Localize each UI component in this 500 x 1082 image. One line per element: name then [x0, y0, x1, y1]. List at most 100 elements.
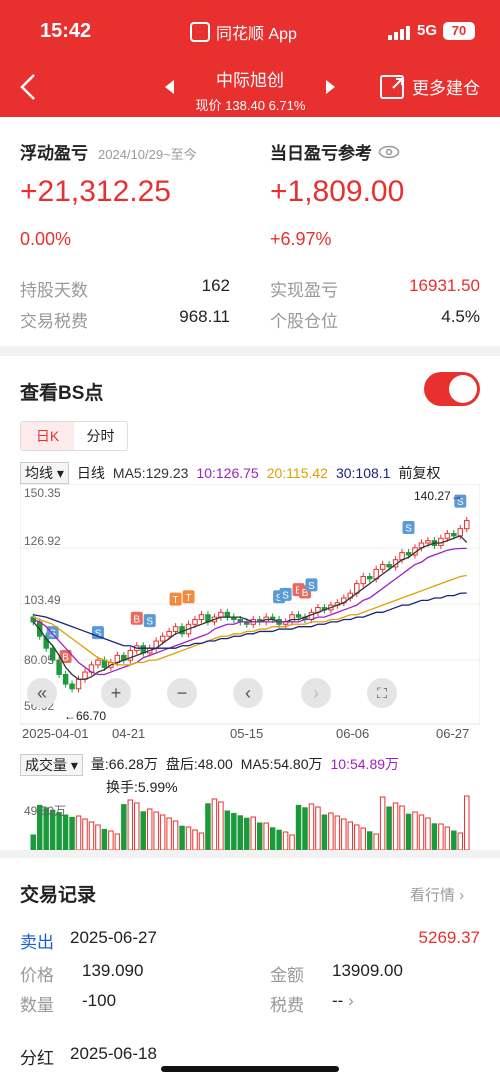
trade-qty-label: 数量 — [20, 996, 54, 1015]
volume-legend: 成交量 ▾ 量:66.28万 盘后:48.00 MA5:54.80万 10:54… — [20, 754, 480, 776]
volume-bar — [237, 815, 244, 850]
volume-bar — [431, 823, 438, 850]
fullscreen-icon[interactable]: ⛶ — [367, 678, 397, 708]
volume-bar — [75, 815, 82, 850]
svg-text:T: T — [185, 593, 191, 604]
bs-title: 查看BS点 — [20, 383, 104, 404]
ma-select[interactable]: 均线 ▾ — [20, 462, 69, 484]
trade-fee[interactable]: -- › — [332, 991, 354, 1011]
volume-bar — [366, 831, 373, 850]
tab-intraday[interactable]: 分时 — [74, 422, 127, 450]
volume-bar — [192, 829, 198, 850]
yaxis-tick-1: 150.35 — [24, 486, 61, 500]
candle — [289, 614, 295, 623]
tax-label: 交易税费 — [20, 312, 88, 331]
status-bar: 15:42 同花顺 App 5G 70 — [0, 0, 500, 60]
realized-value: 16931.50 — [409, 276, 480, 295]
volume-bar — [302, 807, 308, 850]
app-logo-icon — [190, 22, 210, 42]
bs-toggle[interactable] — [424, 372, 480, 406]
view-market-link[interactable]: 看行情 › — [410, 884, 464, 905]
bs-mark-sell: S — [305, 578, 318, 592]
app-name-label: 同花顺 App — [216, 26, 297, 43]
more-build-label: 更多建仓 — [412, 79, 480, 98]
today-pct: +6.97% — [270, 229, 332, 249]
network-label: 5G — [417, 22, 438, 39]
volume-bar — [412, 811, 418, 850]
header-bar: 15:42 同花顺 App 5G 70 中际旭创 现价 138.40 6.71%… — [0, 0, 500, 117]
adjust-label: 前复权 — [398, 465, 441, 481]
zoom-out-button[interactable]: − — [167, 678, 197, 708]
volume-bar — [172, 820, 179, 850]
volume-select[interactable]: 成交量 ▾ — [20, 754, 83, 776]
more-build-button[interactable]: 更多建仓 — [380, 74, 480, 99]
volume-bar — [373, 833, 379, 850]
volume-bar — [425, 817, 431, 850]
date-tick-5: 06-27 — [436, 726, 470, 741]
date-tick-2: 04-21 — [112, 726, 146, 741]
rewind-button[interactable]: « — [27, 678, 57, 708]
vol-label: 量:66.28万 — [90, 756, 158, 772]
volume-bar — [334, 815, 341, 850]
volume-bar — [315, 806, 321, 850]
prev-stock-button[interactable] — [165, 80, 174, 94]
ma30-legend: 30:108.1 — [335, 465, 391, 481]
yaxis-tick-4: 80.05 — [24, 653, 55, 667]
volume-bar — [269, 827, 276, 850]
zoom-in-button[interactable]: + — [101, 678, 131, 708]
bs-mark-sell: S — [279, 587, 292, 601]
volume-bar — [405, 813, 412, 850]
realized-label: 实现盈亏 — [270, 281, 338, 300]
volume-bar — [30, 834, 36, 850]
volume-bar — [308, 803, 315, 850]
volume-bar — [399, 805, 405, 850]
candle — [159, 635, 166, 642]
volume-bar — [69, 816, 75, 850]
date-tick-1: 2025-04-01 — [22, 726, 89, 741]
volume-bar — [114, 833, 121, 850]
volume-bar — [295, 804, 302, 850]
svg-text:S: S — [405, 523, 412, 534]
bs-mark-sell: S — [143, 614, 156, 628]
volume-bar — [321, 814, 328, 850]
trade-price-label: 价格 — [20, 966, 54, 985]
prev-button[interactable]: ‹ — [233, 678, 263, 708]
svg-text:B: B — [133, 614, 140, 625]
next-stock-button[interactable] — [326, 80, 335, 94]
bs-mark-sell: S — [402, 520, 415, 534]
trade-title: 交易记录 — [20, 885, 97, 906]
svg-text:S: S — [95, 629, 102, 640]
bs-mark-t: T — [182, 590, 195, 604]
volume-bar — [198, 832, 205, 850]
eye-icon[interactable] — [378, 145, 400, 159]
volume-bar — [263, 822, 269, 850]
float-value: +21,312.25 — [20, 175, 171, 208]
volume-bar — [185, 826, 192, 850]
volume-bar — [159, 814, 166, 850]
back-button[interactable] — [18, 72, 46, 106]
candle — [166, 630, 172, 637]
date-tick-4: 06-06 — [336, 726, 370, 741]
volume-bar — [140, 811, 146, 850]
volume-bar — [360, 827, 366, 850]
volume-bar — [231, 812, 237, 850]
home-indicator — [161, 1066, 339, 1072]
tab-day-k[interactable]: 日K — [21, 422, 74, 450]
volume-bar — [244, 817, 250, 850]
volume-bar — [341, 818, 347, 850]
candle — [444, 532, 451, 539]
date-axis: 2025-04-01 04-21 05-15 06-06 06-27 — [20, 726, 480, 744]
volume-bar — [457, 832, 464, 850]
ma-select-label: 均线 — [25, 465, 53, 481]
volume-bar — [289, 834, 295, 850]
svg-text:T: T — [173, 595, 179, 606]
volume-bar — [282, 831, 289, 850]
volume-bar — [146, 808, 153, 850]
trade-date: 2025-06-27 — [70, 928, 157, 947]
volume-bar — [62, 814, 69, 850]
volume-bar — [127, 799, 134, 850]
volume-bar — [392, 802, 399, 850]
volume-bar — [438, 823, 444, 850]
next-button[interactable]: › — [301, 678, 331, 708]
candle — [451, 532, 457, 537]
